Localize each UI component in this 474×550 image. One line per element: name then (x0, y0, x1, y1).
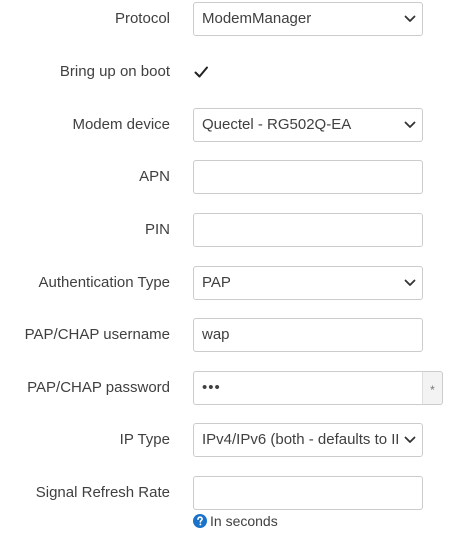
pap-chap-password-label: PAP/CHAP password (27, 379, 170, 396)
modem-device-select[interactable]: Quectel - RG502Q-EA (193, 108, 423, 142)
row-apn: APN (0, 160, 474, 194)
pin-input[interactable] (193, 213, 423, 247)
pap-chap-password-input[interactable]: ••• (193, 371, 423, 405)
pin-label: PIN (144, 221, 170, 238)
chevron-down-icon (404, 278, 416, 288)
row-modem-device: Modem device Quectel - RG502Q-EA (0, 108, 474, 142)
help-icon (193, 514, 207, 528)
authentication-type-select[interactable]: PAP (193, 266, 423, 300)
reveal-password-button[interactable]: * (422, 371, 443, 405)
row-pap-chap-username: PAP/CHAP username wap (0, 318, 474, 352)
ip-type-select-value: IPv4/IPv6 (both - defaults to IPv4) (202, 431, 398, 448)
protocol-label: Protocol (114, 10, 170, 27)
bring-up-on-boot-label: Bring up on boot (59, 63, 170, 80)
chevron-down-icon (404, 14, 416, 24)
ip-type-select[interactable]: IPv4/IPv6 (both - defaults to IPv4) (193, 423, 423, 457)
row-bring-up-on-boot: Bring up on boot (0, 55, 474, 89)
row-pin: PIN (0, 213, 474, 247)
bring-up-on-boot-checkbox[interactable] (193, 64, 209, 80)
signal-refresh-rate-hint: In seconds (193, 512, 278, 530)
row-authentication-type: Authentication Type PAP (0, 266, 474, 300)
authentication-type-select-value: PAP (202, 274, 231, 291)
row-signal-refresh-rate: Signal Refresh Rate (0, 476, 474, 510)
chevron-down-icon (404, 435, 416, 445)
signal-refresh-rate-input[interactable] (193, 476, 423, 510)
ip-type-label: IP Type (119, 431, 170, 448)
protocol-select[interactable]: ModemManager (193, 2, 423, 36)
interface-settings-form: Protocol ModemManager Bring up on boot M… (0, 0, 474, 550)
chevron-down-icon (404, 120, 416, 130)
protocol-select-value: ModemManager (202, 10, 312, 27)
hint-text: In seconds (210, 513, 278, 529)
apn-label: APN (139, 168, 170, 185)
row-ip-type: IP Type IPv4/IPv6 (both - defaults to IP… (0, 423, 474, 457)
pap-chap-username-label: PAP/CHAP username (24, 326, 170, 343)
row-protocol: Protocol ModemManager (0, 2, 474, 36)
modem-device-label: Modem device (72, 116, 170, 133)
checkmark-icon (194, 66, 208, 78)
authentication-type-label: Authentication Type (38, 274, 170, 291)
modem-device-select-value: Quectel - RG502Q-EA (202, 116, 352, 133)
pap-chap-username-input[interactable]: wap (193, 318, 423, 352)
signal-refresh-rate-label: Signal Refresh Rate (35, 484, 170, 501)
apn-input[interactable] (193, 160, 423, 194)
row-pap-chap-password: PAP/CHAP password ••• * (0, 371, 474, 405)
